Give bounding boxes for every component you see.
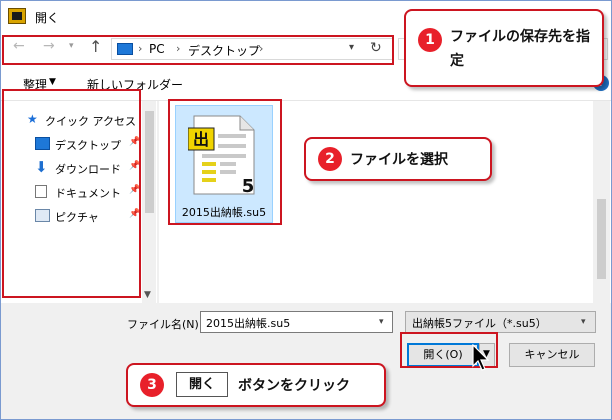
callout-text: ファイルの保存先を指定 [450, 29, 590, 69]
callout-step-1: 1 ファイルの保存先を指定 [404, 9, 604, 87]
cancel-button[interactable]: キャンセル [509, 343, 595, 367]
callout-key-label: 開く [176, 372, 228, 397]
step-number: 2 [318, 147, 342, 171]
step-number: 1 [418, 28, 442, 52]
navpane-scroll-thumb[interactable] [145, 111, 154, 213]
filename-label: ファイル名(N): [127, 318, 203, 331]
mouse-cursor-icon [472, 344, 490, 371]
filetype-select[interactable]: 出納帳5ファイル（*.su5） [405, 311, 596, 333]
filename-dropdown-icon[interactable]: ▾ [379, 317, 384, 327]
navpane-highlight-frame [2, 89, 141, 298]
window-title: 開く [35, 11, 60, 25]
organize-dropdown-icon[interactable]: ▼ [49, 77, 56, 87]
callout-step-3: 3 開く ボタンをクリック [126, 363, 386, 407]
file-highlight-frame [168, 99, 282, 225]
filetype-dropdown-icon[interactable]: ▾ [581, 317, 586, 327]
callout-text: ボタンをクリック [238, 378, 350, 394]
callout-text: ファイルを選択 [350, 152, 448, 168]
address-highlight-frame [2, 35, 394, 65]
callout-step-2: 2 ファイルを選択 [304, 137, 492, 181]
step-number: 3 [140, 373, 164, 397]
scroll-down-arrow-icon[interactable]: ▼ [144, 290, 151, 300]
filename-input[interactable]: 2015出納帳.su5 [200, 311, 393, 333]
content-scroll-thumb[interactable] [597, 199, 606, 279]
app-icon [8, 8, 26, 24]
